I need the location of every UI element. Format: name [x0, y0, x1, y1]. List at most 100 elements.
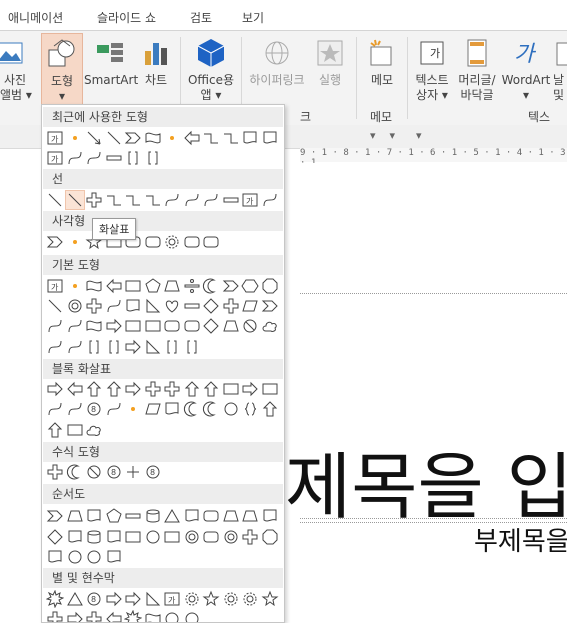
- shape-arrowR-icon[interactable]: [241, 380, 259, 398]
- shape-dot-icon[interactable]: [163, 129, 181, 147]
- toolbar-arrows[interactable]: ▾ ▾ ▾: [370, 129, 422, 142]
- shape-minus-icon[interactable]: [222, 191, 240, 209]
- shape-curve-icon[interactable]: [105, 400, 123, 418]
- shape-gear-icon[interactable]: [163, 233, 181, 251]
- shape-gear-icon[interactable]: [183, 590, 201, 608]
- shape-octagon-icon[interactable]: [261, 277, 279, 295]
- shape-dot-icon[interactable]: [66, 277, 84, 295]
- shape-doc-icon[interactable]: [85, 507, 103, 525]
- shape-doc-icon[interactable]: [183, 507, 201, 525]
- shape-curve-icon[interactable]: [202, 191, 220, 209]
- shape-cross-icon[interactable]: [241, 528, 259, 546]
- shape-text-icon[interactable]: 가: [46, 149, 64, 167]
- shape-num8-icon[interactable]: 8: [105, 463, 123, 481]
- shape-num8-icon[interactable]: 8: [85, 590, 103, 608]
- shape-chev-icon[interactable]: [261, 297, 279, 315]
- shape-para-icon[interactable]: [144, 400, 162, 418]
- shape-trap-icon[interactable]: [222, 317, 240, 335]
- header-footer-button[interactable]: 머리글/ 바닥글: [454, 33, 500, 107]
- shape-curve-icon[interactable]: [261, 191, 279, 209]
- date-time-button[interactable]: 날 및: [553, 33, 567, 107]
- shape-chev-icon[interactable]: [222, 277, 240, 295]
- shape-cyl-icon[interactable]: [144, 507, 162, 525]
- shape-trap-icon[interactable]: [66, 507, 84, 525]
- slide-subtitle-placeholder[interactable]: 부제목을: [474, 521, 567, 558]
- shape-moon-icon[interactable]: [202, 277, 220, 295]
- shape-burst-icon[interactable]: [123, 609, 143, 622]
- shape-rtri-icon[interactable]: [144, 590, 162, 608]
- shape-rect-icon[interactable]: [144, 317, 162, 335]
- shape-bracket-icon[interactable]: [105, 338, 123, 356]
- shape-brace-icon[interactable]: [241, 400, 259, 418]
- shape-curve-icon[interactable]: [46, 338, 64, 356]
- shape-cross-icon[interactable]: [222, 297, 240, 315]
- shape-diamond-icon[interactable]: [202, 297, 220, 315]
- shape-moon-icon[interactable]: [183, 400, 201, 418]
- wordart-button[interactable]: 가 WordArt ▾: [501, 33, 551, 107]
- shape-gear-icon[interactable]: [222, 590, 240, 608]
- shape-rtri-icon[interactable]: [144, 338, 162, 356]
- shape-circle-icon[interactable]: [163, 610, 181, 622]
- shape-arrowR-icon[interactable]: [124, 590, 142, 608]
- shape-hex-icon[interactable]: [241, 277, 259, 295]
- shape-plusx-icon[interactable]: [124, 463, 142, 481]
- shape-line-icon[interactable]: [64, 190, 85, 210]
- shape-trap-icon[interactable]: [163, 277, 181, 295]
- shape-noent-icon[interactable]: [241, 317, 259, 335]
- shape-curve-icon[interactable]: [46, 400, 64, 418]
- tab-review[interactable]: 검토: [190, 9, 212, 26]
- shape-arrowU-icon[interactable]: [261, 400, 279, 418]
- shape-arrowR-icon[interactable]: [124, 380, 142, 398]
- shape-tri-icon[interactable]: [66, 590, 84, 608]
- comment-button[interactable]: 메모: [362, 33, 402, 107]
- shape-elbow-icon[interactable]: [124, 191, 142, 209]
- shape-wave-icon[interactable]: [144, 610, 162, 622]
- shape-arrowU-icon[interactable]: [85, 380, 103, 398]
- shape-cross-icon[interactable]: [85, 610, 103, 622]
- shape-arrowR-icon[interactable]: [46, 380, 64, 398]
- shape-line-icon[interactable]: [105, 129, 123, 147]
- shape-doc-icon[interactable]: [261, 129, 279, 147]
- shape-doc-icon[interactable]: [241, 129, 259, 147]
- shape-octagon-icon[interactable]: [261, 528, 279, 546]
- shape-elbow-icon[interactable]: [222, 129, 240, 147]
- shape-arrowU-icon[interactable]: [105, 380, 123, 398]
- shape-cross-icon[interactable]: [85, 191, 103, 209]
- shape-cross-icon[interactable]: [85, 297, 103, 315]
- shape-round-icon[interactable]: [163, 317, 181, 335]
- shape-line-icon[interactable]: [46, 297, 64, 315]
- shape-wave-icon[interactable]: [144, 129, 162, 147]
- shape-rect-icon[interactable]: [261, 380, 279, 398]
- shape-doc-icon[interactable]: [105, 548, 123, 566]
- shape-doc-icon[interactable]: [46, 548, 64, 566]
- shape-round-icon[interactable]: [202, 528, 220, 546]
- shape-curve-icon[interactable]: [66, 338, 84, 356]
- shape-text-icon[interactable]: 가: [241, 191, 259, 209]
- shape-doc-icon[interactable]: [124, 297, 142, 315]
- shape-doc-icon[interactable]: [66, 528, 84, 546]
- shape-chev-icon[interactable]: [46, 233, 64, 251]
- shape-dot-icon[interactable]: [66, 129, 84, 147]
- shape-cross-icon[interactable]: [46, 463, 64, 481]
- shape-arrowL-icon[interactable]: [183, 129, 201, 147]
- shape-arrowL-icon[interactable]: [105, 610, 123, 622]
- shape-circle-icon[interactable]: [144, 528, 162, 546]
- shape-rect-icon[interactable]: [163, 528, 181, 546]
- photo-album-button[interactable]: 사진 앨범 ▾: [0, 33, 32, 107]
- shape-arrowR-icon[interactable]: [124, 338, 142, 356]
- shape-arrowL-icon[interactable]: [105, 277, 123, 295]
- shape-arrowline-icon[interactable]: [85, 129, 103, 147]
- shape-doc-icon[interactable]: [105, 528, 123, 546]
- shape-chev-icon[interactable]: [46, 507, 64, 525]
- shape-round-icon[interactable]: [144, 233, 162, 251]
- shape-circle-icon[interactable]: [85, 548, 103, 566]
- shape-num8-icon[interactable]: 8: [144, 463, 162, 481]
- shape-text-icon[interactable]: 가: [163, 590, 181, 608]
- shape-star-icon[interactable]: [261, 590, 279, 608]
- shape-curve-icon[interactable]: [105, 297, 123, 315]
- shape-curve-icon[interactable]: [183, 191, 201, 209]
- shape-bracket-icon[interactable]: [85, 338, 103, 356]
- shape-doc-icon[interactable]: [163, 400, 181, 418]
- shape-round-icon[interactable]: [183, 233, 201, 251]
- shape-elbow-icon[interactable]: [202, 129, 220, 147]
